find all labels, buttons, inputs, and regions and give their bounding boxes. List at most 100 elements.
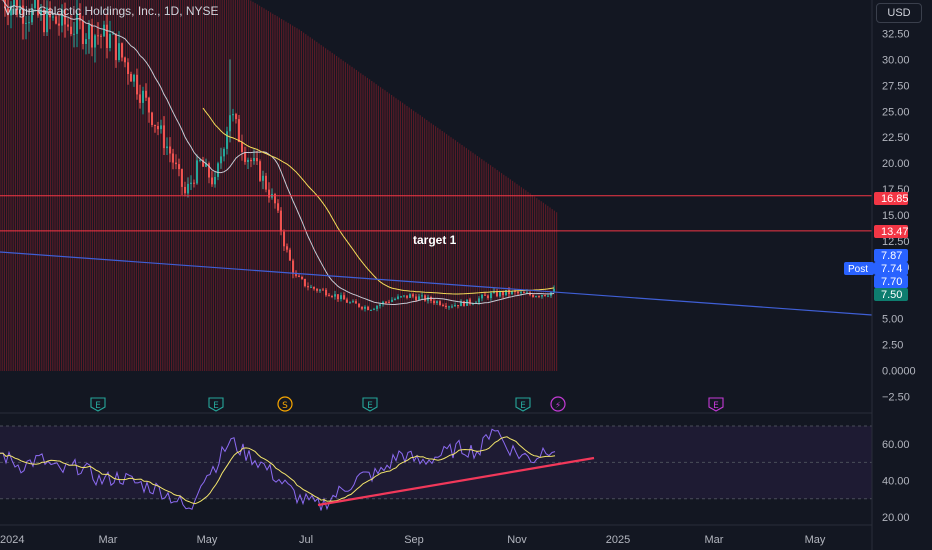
candle-body xyxy=(415,296,417,301)
candle-body xyxy=(322,289,324,291)
currency-button[interactable]: USD xyxy=(876,3,922,23)
target-annotation[interactable]: target 1 xyxy=(413,233,457,247)
candle-body xyxy=(184,186,186,194)
candle-body xyxy=(484,294,486,296)
candle-body xyxy=(394,299,396,300)
candle-body xyxy=(538,296,540,298)
candle-body xyxy=(175,162,177,165)
candle-body xyxy=(343,295,345,300)
price-axis-tick: 5.00 xyxy=(882,314,903,326)
candle-body xyxy=(313,286,315,289)
candle-body xyxy=(280,210,282,232)
candle-body xyxy=(421,295,423,297)
candle-body xyxy=(523,292,525,294)
candle-body xyxy=(403,295,405,297)
candle-body xyxy=(337,294,339,300)
candle-body xyxy=(169,146,171,154)
candle-body xyxy=(376,305,378,309)
candle-body xyxy=(259,161,261,181)
candle-body xyxy=(502,291,504,296)
candle-body xyxy=(85,39,87,44)
candle-body xyxy=(406,295,408,298)
candle-body xyxy=(262,175,264,181)
event-marker-label: E xyxy=(95,401,101,411)
candle-body xyxy=(190,182,192,184)
candle-body xyxy=(289,249,291,261)
candle-body xyxy=(277,203,279,211)
candle-body xyxy=(346,299,348,303)
candle-body xyxy=(316,288,318,291)
candle-body xyxy=(310,286,312,288)
candle-body xyxy=(352,301,354,303)
candle-body xyxy=(304,278,306,287)
candle-body xyxy=(520,292,522,294)
price-badge-value: 7.87 xyxy=(881,250,902,262)
time-axis-tick: Sep xyxy=(404,534,424,546)
candle-body xyxy=(172,153,174,163)
candle-body xyxy=(100,35,102,37)
price-axis-tick: 30.00 xyxy=(882,54,910,66)
candle-body xyxy=(178,164,180,170)
price-axis-tick: 22.50 xyxy=(882,132,910,144)
candle-body xyxy=(94,35,96,48)
candle-body xyxy=(358,303,360,307)
candle-body xyxy=(412,294,414,297)
candle-body xyxy=(391,299,393,302)
chart-title: Virgin Galactic Holdings, Inc., 1D, NYSE xyxy=(4,4,219,18)
candle-body xyxy=(433,300,435,304)
candle-body xyxy=(439,301,441,305)
candle-body xyxy=(544,295,546,297)
candle-body xyxy=(232,114,234,116)
candle-body xyxy=(286,246,288,250)
candle-body xyxy=(91,24,93,48)
candle-body xyxy=(238,119,240,142)
rsi-axis-tick: 20.00 xyxy=(882,512,910,524)
rsi-pane xyxy=(0,425,872,511)
candle-body xyxy=(541,295,543,297)
time-axis-tick: Jul xyxy=(299,534,313,546)
time-axis-tick: Mar xyxy=(705,534,724,546)
candle-body xyxy=(97,35,99,37)
time-axis-tick: Mar xyxy=(99,534,118,546)
time-axis-tick: 2024 xyxy=(0,534,24,546)
candle-body xyxy=(487,295,489,298)
candle-body xyxy=(217,163,219,177)
chart-canvas[interactable]: target 1 E E S E E ⚡ E 32.50 30.00 27.50 25.00 22.… xyxy=(0,0,932,550)
candle-body xyxy=(481,294,483,299)
candle-body xyxy=(148,97,150,113)
candle-body xyxy=(385,301,387,303)
candle-body xyxy=(499,291,501,297)
candle-body xyxy=(268,189,270,198)
candle-body xyxy=(166,146,168,149)
candle-body xyxy=(223,148,225,157)
price-axis-tick: 25.00 xyxy=(882,106,910,118)
price-badge-value: 16.85 xyxy=(881,193,909,205)
candle-body xyxy=(142,90,144,103)
event-marker-label: E xyxy=(367,401,373,411)
price-axis-tick: 20.00 xyxy=(882,158,910,170)
candle-body xyxy=(361,306,363,309)
candle-body xyxy=(58,23,60,26)
candle-body xyxy=(109,33,111,48)
candle-body xyxy=(136,74,138,95)
candle-body xyxy=(319,289,321,291)
candle-body xyxy=(67,24,69,27)
candle-body xyxy=(25,22,27,24)
candle-body xyxy=(457,305,459,307)
candle-body xyxy=(532,295,534,297)
price-badge-value: 7.74 xyxy=(881,263,902,275)
candle-body xyxy=(73,33,75,35)
candle-body xyxy=(325,289,327,296)
candle-body xyxy=(397,296,399,299)
candle-body xyxy=(334,294,336,297)
candle-body xyxy=(448,306,450,308)
candle-body xyxy=(133,74,135,82)
candle-body xyxy=(442,305,444,307)
candle-body xyxy=(454,305,456,307)
candle-body xyxy=(211,177,213,185)
time-axis-tick: 2025 xyxy=(606,534,630,546)
candle-body xyxy=(256,158,258,162)
candle-body xyxy=(331,296,333,297)
candle-body xyxy=(298,275,300,277)
candle-body xyxy=(220,156,222,164)
